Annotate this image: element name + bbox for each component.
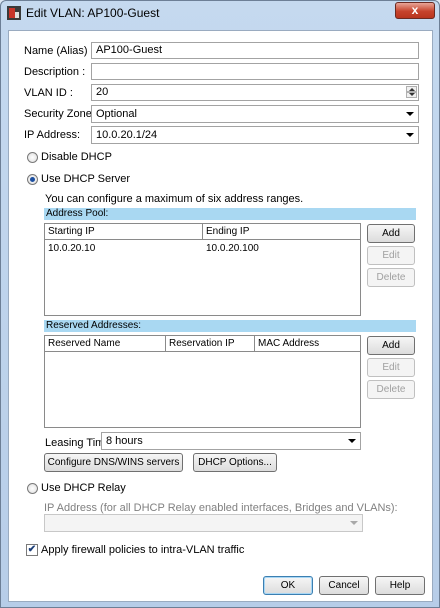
use-dhcp-relay-radio[interactable] xyxy=(27,483,38,494)
configure-dns-wins-button[interactable]: Configure DNS/WINS servers xyxy=(44,453,183,472)
dialog-body: Name (Alias) : AP100-Guest Description :… xyxy=(8,30,433,602)
leasing-time-value: 8 hours xyxy=(106,435,143,447)
reserved-addresses-table[interactable]: Reserved Name Reservation IP MAC Address xyxy=(44,335,361,428)
chevron-down-icon xyxy=(406,133,414,137)
leasing-time-select[interactable]: 8 hours xyxy=(101,432,361,450)
use-dhcp-relay-label[interactable]: Use DHCP Relay xyxy=(41,482,126,494)
disable-dhcp-radio[interactable] xyxy=(27,152,38,163)
ip-address-combo[interactable]: 10.0.20.1/24 xyxy=(91,126,419,144)
firewall-intra-vlan-label[interactable]: Apply firewall policies to intra-VLAN tr… xyxy=(41,544,244,556)
reserved-table-header: Reserved Name Reservation IP MAC Address xyxy=(45,336,360,352)
name-input[interactable]: AP100-Guest xyxy=(91,42,419,59)
column-header-reservation-ip[interactable]: Reservation IP xyxy=(166,336,255,351)
reserved-addresses-header: Reserved Addresses: xyxy=(44,320,416,332)
vlan-id-value: 20 xyxy=(96,86,109,98)
ip-address-label: IP Address: xyxy=(24,129,81,141)
cancel-button[interactable]: Cancel xyxy=(319,576,369,595)
max-ranges-note: You can configure a maximum of six addre… xyxy=(45,193,304,205)
window-title: Edit VLAN: AP100-Guest xyxy=(26,6,160,20)
table-cell-ending-ip: 10.0.20.100 xyxy=(206,243,259,254)
relay-ip-label: IP Address (for all DHCP Relay enabled i… xyxy=(44,502,398,514)
description-input[interactable] xyxy=(91,63,419,80)
chevron-down-icon xyxy=(348,439,356,443)
use-dhcp-server-label[interactable]: Use DHCP Server xyxy=(41,173,130,185)
address-pool-delete-button[interactable]: Delete xyxy=(367,268,415,287)
address-pool-edit-button[interactable]: Edit xyxy=(367,246,415,265)
address-pool-table[interactable]: Starting IP Ending IP 10.0.20.10 10.0.20… xyxy=(44,223,361,316)
close-icon: x xyxy=(411,3,419,17)
ip-address-value: 10.0.20.1/24 xyxy=(96,129,158,141)
reserved-add-button[interactable]: Add xyxy=(367,336,415,355)
column-header-ending-ip[interactable]: Ending IP xyxy=(203,224,360,239)
help-button[interactable]: Help xyxy=(375,576,425,595)
table-cell-starting-ip: 10.0.20.10 xyxy=(48,243,96,254)
security-zone-label: Security Zone : xyxy=(24,108,98,120)
title-bar[interactable]: Edit VLAN: AP100-Guest x xyxy=(1,1,439,25)
ok-button[interactable]: OK xyxy=(263,576,313,595)
use-dhcp-server-radio[interactable] xyxy=(27,174,38,185)
dhcp-options-button[interactable]: DHCP Options... xyxy=(193,453,277,472)
column-header-mac-address[interactable]: MAC Address xyxy=(255,336,360,351)
vlan-id-stepper[interactable]: 20 xyxy=(91,84,419,101)
security-zone-value: Optional xyxy=(96,108,137,120)
firewall-intra-vlan-checkbox[interactable]: ✔ xyxy=(26,544,38,556)
app-icon xyxy=(7,6,21,20)
reserved-delete-button[interactable]: Delete xyxy=(367,380,415,399)
spin-down-icon[interactable] xyxy=(406,92,417,98)
checkmark-icon: ✔ xyxy=(27,544,37,555)
vlan-id-label: VLAN ID : xyxy=(24,87,73,99)
close-button[interactable]: x xyxy=(395,2,435,19)
description-label: Description : xyxy=(24,66,86,78)
relay-ip-combo[interactable] xyxy=(44,514,363,532)
dialog-window: Edit VLAN: AP100-Guest x Name (Alias) : … xyxy=(0,0,440,608)
column-header-reserved-name[interactable]: Reserved Name xyxy=(45,336,166,351)
chevron-down-icon xyxy=(406,112,414,116)
address-pool-header: Address Pool: xyxy=(44,208,416,220)
security-zone-select[interactable]: Optional xyxy=(91,105,419,123)
chevron-down-icon xyxy=(350,521,358,525)
name-label: Name (Alias) : xyxy=(24,45,94,57)
column-header-starting-ip[interactable]: Starting IP xyxy=(45,224,203,239)
disable-dhcp-label[interactable]: Disable DHCP xyxy=(41,151,112,163)
reserved-edit-button[interactable]: Edit xyxy=(367,358,415,377)
vlan-id-spinner[interactable] xyxy=(406,86,417,99)
address-pool-table-header: Starting IP Ending IP xyxy=(45,224,360,240)
address-pool-add-button[interactable]: Add xyxy=(367,224,415,243)
